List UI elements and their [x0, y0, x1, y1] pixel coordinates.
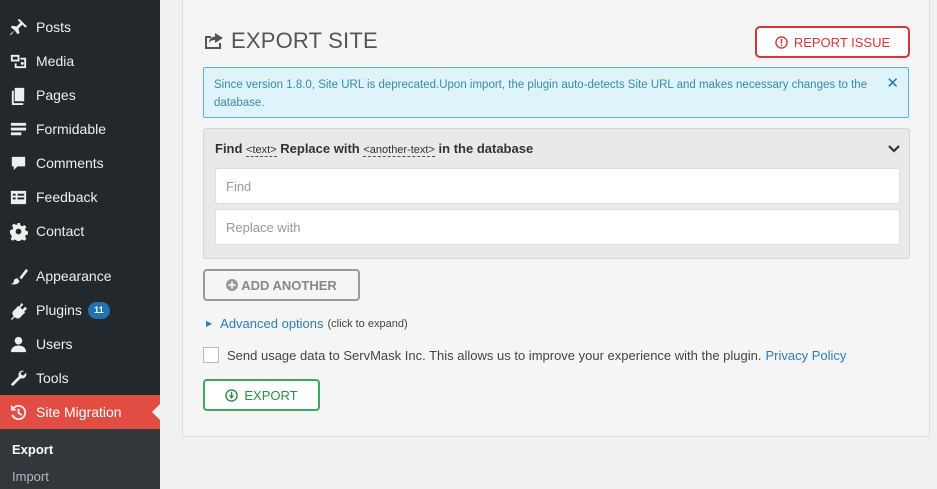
update-count-badge: 11 [87, 301, 110, 319]
sidebar-item-label: Contact [36, 223, 85, 239]
submenu-item-export[interactable]: Export [12, 442, 53, 457]
report-issue-button[interactable]: REPORT ISSUE [755, 26, 910, 58]
sidebar-item-label: Media [36, 53, 75, 69]
deprecation-notice: Since version 1.8.0, Site URL is depreca… [203, 67, 909, 118]
page-title: EXPORT SITE [231, 28, 378, 53]
privacy-policy-link[interactable]: Privacy Policy [766, 348, 847, 363]
find-replace-box: Find <text> Replace with <another-text> … [203, 128, 910, 259]
replace-input[interactable] [215, 209, 900, 245]
replace-code-hint: <another-text> [363, 144, 435, 157]
find-code-hint: <text> [246, 144, 277, 157]
gear-icon [8, 221, 28, 241]
sidebar-item-label: Users [36, 336, 73, 352]
history-icon [8, 402, 28, 422]
brush-icon [8, 266, 28, 286]
find-label: Find [215, 141, 243, 156]
pages-icon [8, 85, 28, 105]
export-share-icon [205, 33, 223, 49]
pin-icon [8, 17, 28, 37]
sidebar-item-posts[interactable]: Posts [0, 10, 160, 44]
submenu-item-import[interactable]: Import [12, 469, 49, 484]
triangle-right-icon: ▶ [206, 319, 213, 328]
formidable-icon [8, 119, 28, 139]
sidebar-item-feedback[interactable]: Feedback [0, 180, 160, 214]
sidebar-item-label: Feedback [36, 189, 98, 205]
usage-data-row: Send usage data to ServMask Inc. This al… [203, 347, 846, 363]
usage-data-label: Send usage data to ServMask Inc. This al… [227, 347, 762, 363]
sidebar-item-label: Formidable [36, 121, 107, 137]
alert-circle-icon [775, 35, 788, 49]
user-icon [8, 334, 28, 354]
download-circle-icon [225, 388, 239, 402]
sidebar-item-label: Pages [36, 87, 76, 103]
usage-data-checkbox[interactable] [203, 347, 219, 363]
advanced-options-toggle[interactable]: ▶ Advanced options (click to expand) [206, 316, 408, 331]
sidebar-item-label: Comments [36, 155, 104, 171]
advanced-options-link[interactable]: Advanced options [220, 316, 323, 331]
sidebar-item-comments[interactable]: Comments [0, 146, 160, 180]
sidebar-item-pages[interactable]: Pages [0, 78, 160, 112]
sidebar-item-site-migration[interactable]: Site Migration [0, 395, 160, 429]
add-another-label: ADD ANOTHER [241, 277, 337, 293]
sidebar-item-label: Appearance [36, 268, 112, 284]
find-input[interactable] [215, 168, 900, 204]
sidebar-item-media[interactable]: Media [0, 44, 160, 78]
find-replace-heading: Find <text> Replace with <another-text> … [215, 141, 534, 157]
plus-circle-icon [226, 279, 239, 291]
wrench-icon [8, 368, 28, 388]
sidebar-item-tools[interactable]: Tools [0, 361, 160, 395]
add-another-button[interactable]: ADD ANOTHER [203, 269, 360, 301]
advanced-options-hint: (click to expand) [327, 317, 408, 330]
export-panel: EXPORT SITE REPORT ISSUE Since version 1… [182, 0, 930, 437]
media-icon [8, 51, 28, 71]
report-issue-label: REPORT ISSUE [793, 34, 891, 50]
sidebar-item-formidable[interactable]: Formidable [0, 112, 160, 146]
comment-icon [8, 153, 28, 173]
sidebar-item-users[interactable]: Users [0, 327, 160, 361]
sidebar-item-appearance[interactable]: Appearance [0, 259, 160, 293]
sidebar-item-label: Plugins [36, 302, 82, 318]
sidebar-item-plugins[interactable]: Plugins 11 [0, 293, 160, 327]
sidebar-item-contact[interactable]: Contact [0, 214, 160, 248]
database-suffix: in the database [438, 141, 534, 156]
export-label: EXPORT [244, 387, 298, 403]
notice-text: Since version 1.8.0, Site URL is depreca… [214, 79, 868, 109]
chevron-down-icon[interactable] [887, 142, 901, 156]
admin-sidebar: Posts Media Pages Formidable Comments Fe… [0, 0, 160, 489]
sidebar-item-label: Posts [36, 19, 72, 35]
feedback-icon [8, 187, 28, 207]
page-title-row: EXPORT SITE [203, 28, 378, 54]
close-icon[interactable]: ✕ [886, 76, 899, 91]
replace-label: Replace with [280, 141, 360, 156]
plugin-icon [8, 300, 28, 320]
sidebar-item-label: Tools [36, 370, 69, 386]
sidebar-item-label: Site Migration [36, 404, 122, 420]
site-migration-submenu: Export Import [0, 429, 160, 489]
export-button[interactable]: EXPORT [203, 379, 320, 411]
